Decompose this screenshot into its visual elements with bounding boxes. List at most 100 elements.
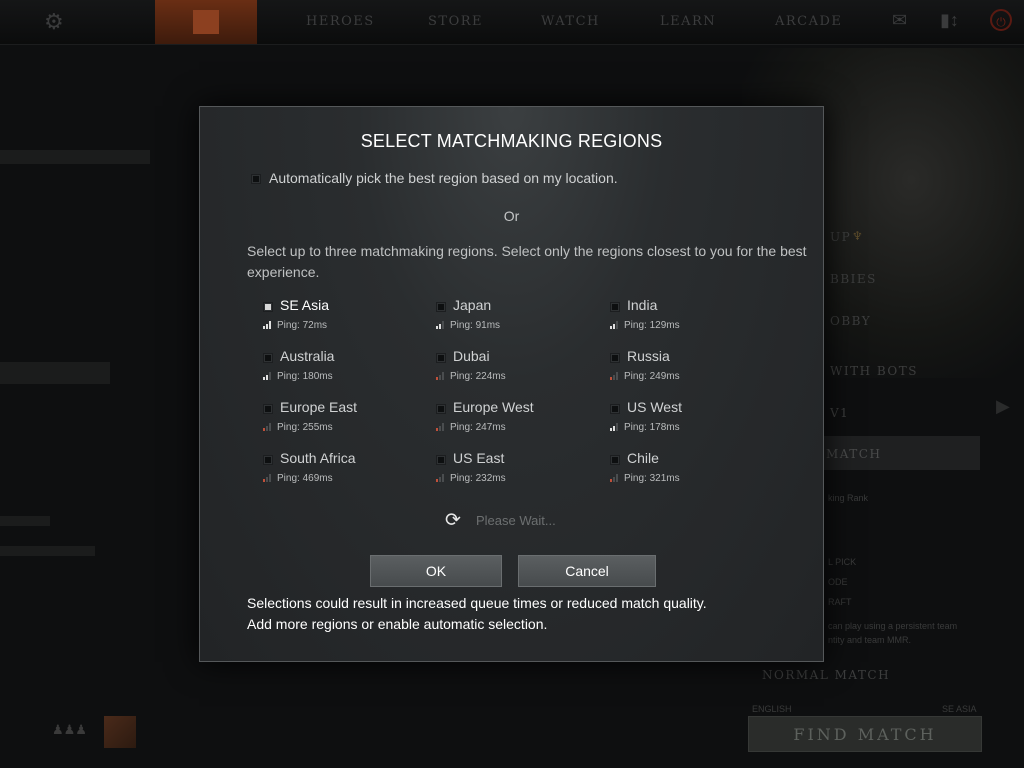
signal-strength-icon	[610, 321, 622, 329]
side-menu-item[interactable]: WITH BOTS	[830, 364, 918, 378]
region-ping: Ping: 469ms	[277, 473, 333, 484]
settings-gear-icon[interactable]: ⚙	[44, 9, 64, 35]
trophy-icon: ♆	[852, 229, 865, 243]
ranked-blurb: ntity and team MMR.	[828, 635, 912, 645]
signal-strength-icon	[263, 321, 275, 329]
region-ping: Ping: 232ms	[450, 473, 506, 484]
region-name[interactable]: Chile	[627, 450, 659, 466]
mode-item: L PICK	[828, 557, 857, 567]
region-option[interactable]: Europe West Ping: 247ms	[436, 399, 596, 439]
dialog-title: SELECT MATCHMAKING REGIONS	[360, 131, 663, 151]
region-ping: Ping: 180ms	[277, 371, 333, 382]
region-option[interactable]: India Ping: 129ms	[610, 297, 770, 337]
normal-match-label[interactable]: NORMAL MATCH	[762, 668, 890, 682]
region-name[interactable]: Dubai	[453, 348, 490, 364]
region-checkbox[interactable]	[436, 353, 446, 363]
signal-strength-icon	[263, 474, 275, 482]
background-blur-block	[0, 516, 50, 526]
region-option[interactable]: Dubai Ping: 224ms	[436, 348, 596, 388]
mail-icon[interactable]: ✉	[892, 10, 907, 31]
cancel-button[interactable]: Cancel	[518, 555, 656, 587]
region-option[interactable]: SE Asia Ping: 72ms	[263, 297, 423, 337]
nav-learn[interactable]: LEARN	[660, 14, 716, 29]
background-blur-block	[0, 362, 110, 384]
signal-strength-icon	[610, 423, 622, 431]
region-checkbox[interactable]	[610, 302, 620, 312]
signal-strength-icon	[436, 321, 448, 329]
region-name[interactable]: India	[627, 297, 657, 313]
find-match-button[interactable]: FIND MATCH	[748, 716, 982, 752]
mode-item: RAFT	[828, 597, 852, 607]
nav-store[interactable]: STORE	[428, 14, 483, 29]
ok-button[interactable]: OK	[370, 555, 502, 587]
region-option[interactable]: Europe East Ping: 255ms	[263, 399, 423, 439]
signal-strength-icon	[610, 474, 622, 482]
region-ping: Ping: 249ms	[624, 371, 680, 382]
or-separator: Or	[503, 208, 520, 224]
nav-heroes[interactable]: HEROES	[306, 14, 375, 29]
language-label: ENGLISH	[752, 704, 792, 714]
warning-line: Add more regions or enable automatic sel…	[247, 616, 548, 632]
region-ping: Ping: 178ms	[624, 422, 680, 433]
region-option[interactable]: Chile Ping: 321ms	[610, 450, 770, 490]
region-ping: Ping: 247ms	[450, 422, 506, 433]
region-label: SE ASIA	[942, 704, 977, 714]
signal-strength-icon	[436, 423, 448, 431]
region-name[interactable]: SE Asia	[280, 297, 329, 313]
region-checkbox[interactable]	[610, 404, 620, 414]
region-option[interactable]: US East Ping: 232ms	[436, 450, 596, 490]
region-name[interactable]: Japan	[453, 297, 491, 313]
signal-strength-icon	[610, 372, 622, 380]
region-checkbox[interactable]	[610, 353, 620, 363]
side-menu-item[interactable]: OBBY	[830, 314, 871, 328]
region-checkbox[interactable]	[436, 455, 446, 465]
region-name[interactable]: Russia	[627, 348, 670, 364]
region-name[interactable]: Europe West	[453, 399, 534, 415]
warning-text: Selections could result in increased que…	[247, 593, 807, 635]
auto-pick-label[interactable]: Automatically pick the best region based…	[269, 170, 618, 186]
region-checkbox[interactable]	[436, 404, 446, 414]
nav-arcade[interactable]: ARCADE	[775, 14, 842, 29]
region-option[interactable]: South Africa Ping: 469ms	[263, 450, 423, 490]
side-menu-item[interactable]: V1	[830, 406, 849, 420]
region-option[interactable]: Russia Ping: 249ms	[610, 348, 770, 388]
region-name[interactable]: US West	[627, 399, 682, 415]
warning-line: Selections could result in increased que…	[247, 595, 707, 611]
region-option[interactable]: Australia Ping: 180ms	[263, 348, 423, 388]
power-icon[interactable]: ⏻	[990, 9, 1012, 31]
party-icon[interactable]: ♟♟♟	[52, 722, 87, 740]
background-blur-block	[0, 150, 150, 164]
region-checkbox[interactable]	[436, 302, 446, 312]
region-checkbox[interactable]	[263, 302, 273, 312]
region-name[interactable]: US East	[453, 450, 504, 466]
region-checkbox[interactable]	[263, 455, 273, 465]
region-ping: Ping: 129ms	[624, 320, 680, 331]
avatar[interactable]	[104, 716, 136, 748]
signal-strength-icon	[263, 372, 275, 380]
signal-strength-icon	[436, 372, 448, 380]
side-menu-item[interactable]: UP	[830, 230, 851, 244]
background-blur-block	[0, 546, 95, 556]
signal-strength-icon	[263, 423, 275, 431]
region-ping: Ping: 91ms	[450, 320, 501, 331]
region-name[interactable]: South Africa	[280, 450, 356, 466]
region-ping: Ping: 321ms	[624, 473, 680, 484]
auto-pick-checkbox[interactable]	[251, 174, 261, 184]
region-ping: Ping: 224ms	[450, 371, 506, 382]
ranked-blurb: can play using a persistent team	[828, 621, 958, 631]
inventory-icon[interactable]: ▮↕	[940, 10, 959, 31]
region-name[interactable]: Australia	[280, 348, 334, 364]
nav-watch[interactable]: WATCH	[541, 14, 600, 29]
region-option[interactable]: Japan Ping: 91ms	[436, 297, 596, 337]
region-option[interactable]: US West Ping: 178ms	[610, 399, 770, 439]
rank-text: king Rank	[828, 493, 869, 503]
region-checkbox[interactable]	[263, 353, 273, 363]
refresh-spinner-icon: ⟳	[445, 510, 461, 531]
side-menu-item[interactable]: BBIES	[830, 272, 877, 286]
region-checkbox[interactable]	[263, 404, 273, 414]
dota-logo[interactable]	[155, 0, 257, 44]
region-name[interactable]: Europe East	[280, 399, 357, 415]
region-checkbox[interactable]	[610, 455, 620, 465]
top-navigation-bar: ⚙ HEROES STORE WATCH LEARN ARCADE ✉ ▮↕ ⏻	[0, 0, 1024, 45]
play-arrow-icon[interactable]: ▶	[996, 396, 1010, 417]
